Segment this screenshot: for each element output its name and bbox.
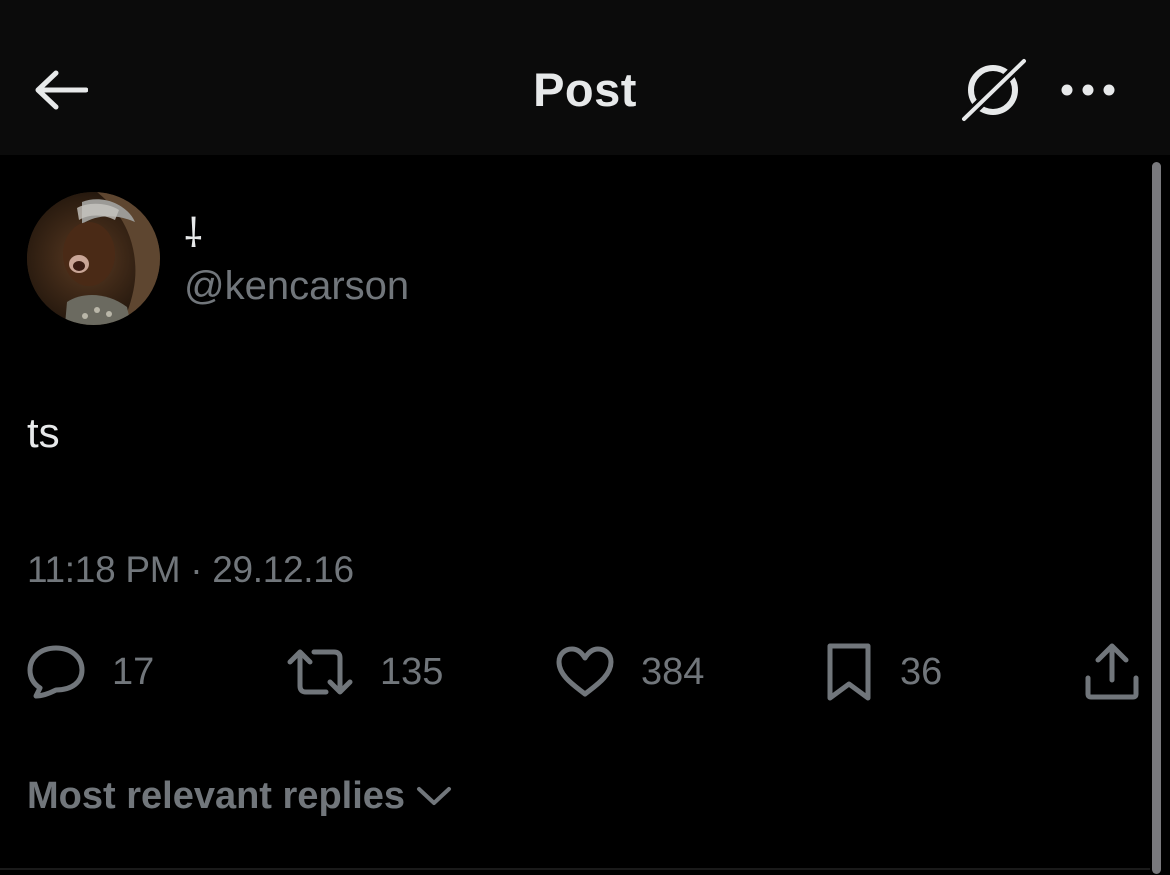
- replies-sort-selector[interactable]: Most relevant replies: [27, 770, 453, 822]
- author-display-name[interactable]: ⸸: [184, 210, 203, 258]
- post-text: ts: [27, 409, 60, 456]
- share-icon: [1085, 643, 1139, 700]
- scrollbar[interactable]: [1152, 162, 1161, 874]
- reply-button[interactable]: 17: [26, 640, 154, 704]
- replies-sort-label: Most relevant replies: [27, 775, 406, 817]
- author-handle[interactable]: @kencarson: [184, 262, 409, 310]
- speech-bubble-icon: [27, 645, 85, 699]
- more-dots-icon: [1061, 84, 1115, 96]
- more-options-button[interactable]: [1050, 62, 1126, 118]
- avatar[interactable]: [27, 192, 160, 325]
- chevron-down-icon: [415, 784, 453, 808]
- heart-icon: [556, 646, 614, 697]
- repost-icon: [287, 649, 353, 695]
- repost-count: 135: [380, 651, 444, 693]
- post-timestamp: 11:18 PM · 29.12.16: [27, 549, 354, 590]
- top-bar: Post: [0, 0, 1170, 155]
- avatar-image: [27, 192, 160, 325]
- like-count: 384: [641, 651, 705, 693]
- reply-count: 17: [112, 651, 155, 693]
- grok-button[interactable]: [952, 52, 1032, 128]
- bookmark-icon: [827, 643, 871, 701]
- repost-button[interactable]: 135: [286, 640, 443, 704]
- bookmark-button[interactable]: 36: [824, 640, 942, 704]
- grok-icon: [960, 57, 1028, 123]
- divider: [0, 868, 1150, 870]
- like-button[interactable]: 384: [555, 640, 704, 704]
- share-button[interactable]: [1082, 640, 1142, 704]
- bookmark-count: 36: [900, 651, 943, 693]
- post-screen: Post ⸸ @kencarson ts 11:18 PM · 29.12.16…: [0, 0, 1170, 875]
